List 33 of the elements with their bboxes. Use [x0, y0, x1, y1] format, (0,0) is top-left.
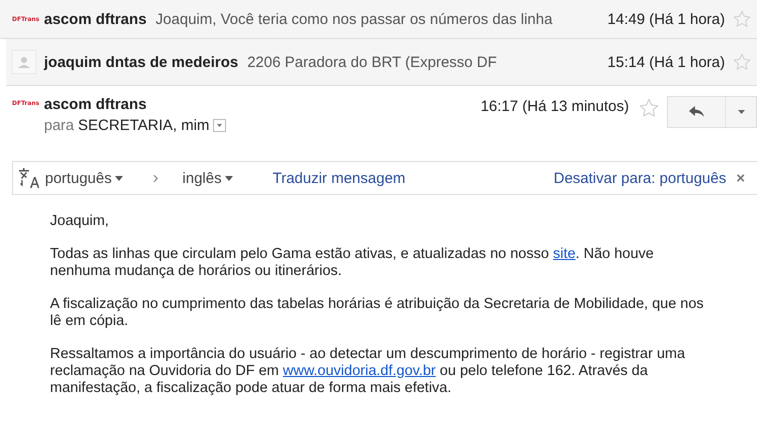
body-paragraph: Joaquim, — [50, 213, 110, 230]
caret-icon — [738, 110, 744, 114]
disable-translation-link[interactable]: Desativar para: português — [554, 170, 726, 186]
collapsed-message[interactable]: joaquim dntas de medeiros 2206 Paradora do BRT (Expresso DF 15:14 (Há 1 hora) — [6, 39, 757, 86]
close-icon[interactable]: × — [736, 170, 745, 186]
body-paragraph: A fiscalização no cumprimento das tabelas horárias é atribuição da Secretaria de Mobilidade, que nos lê em cópia. — [50, 296, 705, 330]
message-time: 14:49 (Há 1 hora) — [607, 10, 725, 28]
reply-button[interactable] — [667, 96, 725, 128]
sender-name: joaquim dntas de medeiros — [44, 54, 238, 70]
star-icon[interactable] — [733, 53, 751, 71]
reply-icon — [688, 106, 704, 118]
star-icon[interactable] — [639, 98, 659, 118]
message-snippet: Joaquim, Você teria como nos passar os números das linha — [156, 10, 554, 28]
recipients: SECRETARIA, mim — [78, 117, 210, 134]
source-language-dropdown[interactable]: português — [45, 170, 123, 186]
target-language-dropdown[interactable]: inglês — [182, 170, 233, 186]
body-paragraph: Todas as linhas que circulam pelo Gama estão ativas, e atualizadas no nosso site. Não houve nenhuma mudança de horários ou itinerários. — [50, 246, 655, 280]
details-dropdown-icon[interactable] — [213, 119, 226, 132]
more-button[interactable] — [725, 96, 757, 128]
message-time: 16:17 (Há 13 minutos) — [480, 98, 629, 115]
arrow-glyph: › — [152, 168, 158, 188]
translate-link[interactable]: Traduzir mensagem — [272, 170, 406, 186]
to-label: para — [44, 117, 74, 134]
message-snippet: 2206 Paradora do BRT (Expresso DF — [247, 54, 498, 70]
body-paragraph: Ressaltamos a importância do usuário - ao detectar um descumprimento de horário - registrar uma reclamação na Ouvidoria do DF em www.ouvidoria.df.gov.br ou pelo telefone 162. Através da manifestação, a fiscalização pode atuar de forma mais efetiva. — [50, 346, 686, 397]
translate-icon — [17, 167, 39, 189]
body-link[interactable]: www.ouvidoria.df.gov.br — [282, 363, 436, 379]
body-link[interactable]: site — [552, 246, 576, 262]
sender-name: ascom dftrans — [44, 10, 147, 28]
sender-name: ascom dftrans — [44, 96, 148, 113]
message-time: 15:14 (Há 1 hora) — [607, 54, 725, 70]
star-icon[interactable] — [733, 10, 751, 28]
avatar-icon — [12, 50, 36, 74]
